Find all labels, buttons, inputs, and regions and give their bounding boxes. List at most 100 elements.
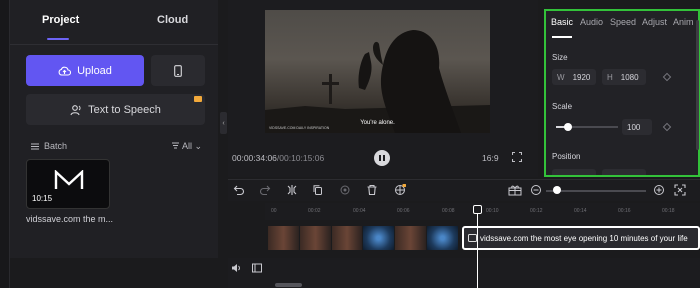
aspect-ratio-button[interactable]: 16:9 xyxy=(482,153,499,163)
keyframe-diamond-icon[interactable] xyxy=(662,122,672,132)
ruler-tick: 00:18 xyxy=(662,208,675,214)
width-field[interactable]: W 1920 xyxy=(552,69,596,85)
ruler-tick: 00:04 xyxy=(353,208,366,214)
list-icon xyxy=(31,143,39,150)
tab-basic[interactable]: Basic xyxy=(551,17,573,27)
tab-animation[interactable]: Anim xyxy=(673,17,694,27)
video-frame-graphic xyxy=(265,30,490,133)
pause-icon-bar xyxy=(383,155,385,161)
batch-label: Batch xyxy=(44,141,68,151)
fit-timeline-icon[interactable] xyxy=(674,184,686,196)
media-duration: 10:15 xyxy=(32,194,53,203)
ruler-tick: 00:14 xyxy=(574,208,587,214)
keyframe-diamond-icon[interactable] xyxy=(662,72,672,82)
scale-value: 100 xyxy=(627,122,641,132)
redo-icon[interactable] xyxy=(259,184,271,196)
undo-icon[interactable] xyxy=(233,184,245,196)
divider xyxy=(10,44,218,45)
ruler-tick: 00:08 xyxy=(442,208,455,214)
zoom-in-icon[interactable] xyxy=(653,184,665,196)
filter-label: All xyxy=(182,141,193,151)
scale-value-field[interactable]: 100 xyxy=(622,119,652,135)
clip-thumbnail xyxy=(299,226,331,250)
tts-label: Text to Speech xyxy=(88,103,161,116)
inspector-scrollbar[interactable] xyxy=(696,20,699,150)
media-name: vidssave.com the m... xyxy=(26,214,114,224)
collapse-panel-button[interactable]: ‹ xyxy=(220,112,227,134)
premium-crown-icon xyxy=(194,96,202,102)
inspector-panel: Basic Audio Speed Adjust Anim Size W 1920… xyxy=(544,9,700,177)
total-time: /00:10:15:06 xyxy=(276,153,325,163)
track-icon[interactable] xyxy=(252,263,262,273)
ruler-tick: 00:16 xyxy=(618,208,631,214)
clip-thumbnail xyxy=(268,226,299,250)
delete-icon[interactable] xyxy=(366,184,378,196)
playhead[interactable] xyxy=(477,206,478,288)
position-x-field[interactable] xyxy=(552,169,596,175)
chevron-down-icon: ⌄ xyxy=(192,141,203,151)
position-label: Position xyxy=(552,152,581,161)
tab-adjust[interactable]: Adjust xyxy=(642,17,667,27)
left-edge-strip xyxy=(0,0,10,288)
phone-upload-button[interactable] xyxy=(151,55,205,86)
scale-label: Scale xyxy=(552,102,573,111)
ruler-tick: 00:10 xyxy=(486,208,499,214)
tab-speed[interactable]: Speed xyxy=(610,17,636,27)
video-track-thumbnails[interactable] xyxy=(268,226,458,250)
zoom-out-icon[interactable] xyxy=(530,184,542,196)
width-key: W xyxy=(557,72,565,82)
timeline-ruler[interactable] xyxy=(265,203,700,220)
media-logo-icon xyxy=(54,170,84,190)
pause-icon-bar xyxy=(379,155,381,161)
gift-icon[interactable] xyxy=(508,184,522,196)
height-key: H xyxy=(607,72,613,82)
tab-cloud[interactable]: Cloud xyxy=(157,14,188,26)
clip-thumb-icon xyxy=(468,234,477,242)
scale-slider-knob[interactable] xyxy=(564,123,572,131)
copy-icon[interactable] xyxy=(312,184,324,196)
width-value: 1920 xyxy=(572,72,591,82)
effects-icon[interactable] xyxy=(394,184,406,196)
batch-button[interactable]: Batch xyxy=(31,141,67,151)
phone-icon xyxy=(174,64,182,77)
ruler-tick: 00:12 xyxy=(530,208,543,214)
ruler-tick: 00 xyxy=(271,208,277,214)
zoom-slider-knob[interactable] xyxy=(553,186,561,194)
active-tab-indicator xyxy=(552,36,572,38)
timecode: 00:00:34:06/00:10:15:06 xyxy=(232,153,324,163)
tab-audio[interactable]: Audio xyxy=(580,17,603,27)
ruler-tick: 00:02 xyxy=(308,208,321,214)
timeline-scrollbar[interactable] xyxy=(275,283,302,287)
active-tab-indicator xyxy=(47,38,69,40)
volume-icon[interactable] xyxy=(231,263,242,273)
chevron-left-icon: ‹ xyxy=(222,119,225,127)
upload-button[interactable]: Upload xyxy=(26,55,144,86)
upload-label: Upload xyxy=(77,64,112,77)
height-field[interactable]: H 1080 xyxy=(602,69,646,85)
split-icon[interactable] xyxy=(286,184,298,196)
speech-icon xyxy=(70,104,82,116)
playhead-handle[interactable] xyxy=(473,205,482,214)
filter-dropdown[interactable]: All ⌄ xyxy=(172,141,202,152)
clip-thumbnail xyxy=(363,226,395,250)
size-label: Size xyxy=(552,53,568,62)
position-y-field[interactable] xyxy=(602,169,646,175)
video-preview[interactable]: You're alone. VIDSSAVE.COM DAILY INSPIRA… xyxy=(265,10,490,133)
duplicate-icon[interactable] xyxy=(339,184,351,196)
current-time: 00:00:34:06 xyxy=(232,153,277,163)
zoom-slider-track[interactable] xyxy=(546,190,646,192)
selected-clip[interactable]: vidssave.com the most eye opening 10 min… xyxy=(462,226,700,250)
filter-icon xyxy=(172,141,179,151)
tab-project[interactable]: Project xyxy=(42,14,79,26)
clip-title: vidssave.com the most eye opening 10 min… xyxy=(480,233,688,243)
clip-thumbnail xyxy=(331,226,363,250)
clip-thumbnail xyxy=(395,226,427,250)
video-watermark: VIDSSAVE.COM DAILY INSPIRATION xyxy=(269,126,330,130)
height-value: 1080 xyxy=(620,72,639,82)
clip-thumbnail xyxy=(427,226,458,250)
fullscreen-icon[interactable] xyxy=(512,152,522,162)
text-to-speech-button[interactable]: Text to Speech xyxy=(26,94,205,125)
pause-button[interactable] xyxy=(374,150,390,166)
ruler-tick: 00:06 xyxy=(397,208,410,214)
cloud-upload-icon xyxy=(58,66,72,76)
